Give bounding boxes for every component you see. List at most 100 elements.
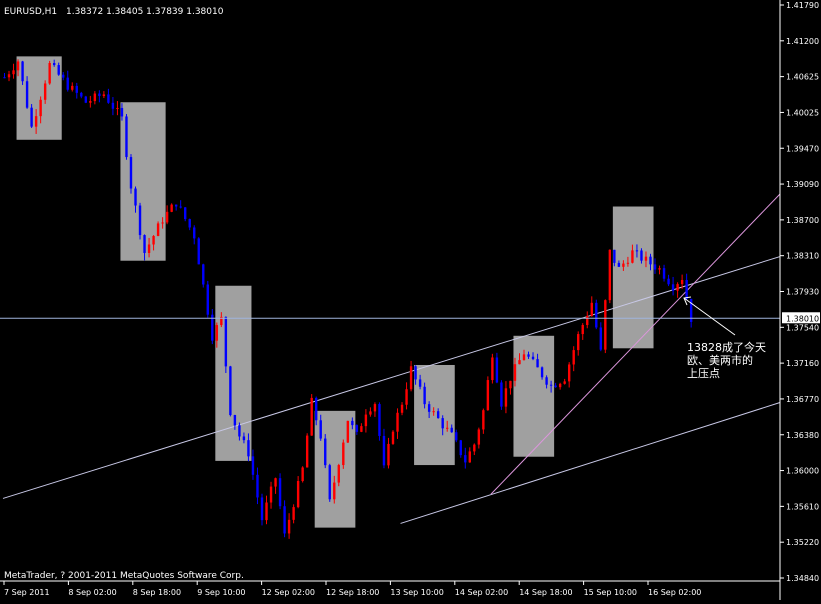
- candle-body-144: [653, 264, 657, 270]
- candle-body-66: [301, 467, 304, 482]
- candle-body-19: [89, 101, 92, 103]
- candle-body-58: [265, 502, 268, 521]
- y-tick-label: 1.37160: [786, 359, 819, 368]
- candle-body-75: [342, 442, 345, 466]
- candle-body-42: [193, 227, 196, 239]
- candle-body-33: [152, 236, 155, 245]
- candle-body-37: [170, 204, 173, 212]
- candle-body-95: [432, 411, 435, 413]
- candle-body-150: [680, 280, 684, 285]
- price-chart[interactable]: 1.41790 1.41200 1.40625 1.40025 1.39470 1.390…: [0, 0, 821, 600]
- candle-body-85: [387, 443, 390, 466]
- candle-body-92: [418, 379, 422, 387]
- y-tick-label: 1.35220: [786, 538, 819, 547]
- candle-body-13: [62, 74, 65, 78]
- candle-body-122: [554, 385, 557, 388]
- candle-body-134: [608, 249, 612, 301]
- x-tick-label: 12 Sep 02:00: [262, 588, 315, 597]
- candle-body-111: [504, 388, 508, 407]
- candle-body-74: [337, 465, 340, 483]
- candle-body-40: [183, 207, 187, 220]
- candle-body-44: [202, 264, 205, 285]
- candle-body-55: [251, 456, 255, 475]
- x-tick-label: 14 Sep 18:00: [519, 588, 572, 597]
- annotation-line-2: 欧、美两市的: [687, 353, 753, 367]
- candle-body-67: [305, 435, 309, 468]
- candle-body-57: [260, 497, 264, 521]
- candle-body-129: [586, 315, 589, 326]
- current-price-tag-label: 1.38010: [786, 314, 819, 323]
- candle-body-87: [396, 412, 399, 432]
- candle-body-80: [364, 414, 368, 427]
- candle-body-31: [143, 235, 146, 253]
- candle-body-143: [649, 256, 652, 265]
- candle-body-38: [174, 204, 178, 207]
- x-tick-label: 14 Sep 02:00: [455, 588, 508, 597]
- candle-body-84: [382, 435, 386, 466]
- y-tick-label: 1.41200: [786, 37, 819, 46]
- chart-svg[interactable]: 1.41790 1.41200 1.40625 1.40025 1.39470 1.390…: [0, 0, 821, 600]
- candle-body-147: [667, 278, 670, 285]
- candle-body-125: [567, 364, 571, 382]
- candle-body-141: [640, 250, 643, 261]
- candle-body-59: [269, 486, 273, 503]
- y-tick-label: 1.40625: [786, 73, 819, 82]
- candle-body-15: [71, 85, 74, 90]
- candle-body-133: [604, 300, 607, 350]
- x-tick-label: 7 Sep 2011: [4, 588, 50, 597]
- chart-background: [0, 0, 821, 600]
- candle-body-34: [156, 223, 160, 237]
- candle-body-106: [482, 410, 485, 430]
- candle-body-135: [613, 249, 616, 263]
- candle-body-56: [256, 474, 259, 498]
- candle-body-123: [558, 383, 562, 388]
- y-tick-label: 1.39470: [786, 144, 819, 153]
- candle-body-53: [242, 436, 246, 441]
- candle-body-81: [369, 411, 372, 415]
- candle-body-65: [296, 481, 300, 508]
- candle-body-90: [409, 366, 413, 390]
- y-tick-label: 1.37930: [786, 288, 819, 297]
- candle-body-21: [98, 93, 101, 97]
- candle-body-29: [134, 188, 137, 206]
- candle-body-49: [224, 316, 228, 367]
- candle-body-28: [129, 157, 133, 189]
- candle-body-27: [125, 116, 128, 158]
- candle-body-132: [599, 327, 603, 350]
- candle-body-89: [405, 389, 408, 405]
- candle-body-79: [360, 426, 363, 432]
- x-tick-label: 16 Sep 02:00: [648, 588, 701, 597]
- candle-body-103: [468, 451, 471, 463]
- candle-body-18: [84, 96, 88, 103]
- highlight-box-3: [215, 285, 252, 461]
- candle-body-124: [563, 381, 566, 384]
- candle-body-32: [147, 244, 151, 253]
- candle-body-113: [513, 364, 517, 381]
- candle-body-137: [622, 263, 625, 267]
- candle-body-109: [495, 357, 499, 383]
- candle-body-82: [373, 404, 377, 412]
- candle-body-120: [545, 377, 548, 385]
- candle-body-146: [662, 268, 666, 279]
- y-tick-label: 1.40025: [786, 108, 819, 117]
- candle-body-98: [446, 427, 449, 429]
- candle-body-24: [111, 102, 115, 109]
- candle-body-100: [455, 432, 458, 441]
- x-tick-label: 15 Sep 10:00: [584, 588, 637, 597]
- y-tick-label: 1.34840: [786, 574, 819, 583]
- candle-body-25: [116, 107, 119, 109]
- candle-body-12: [57, 65, 60, 75]
- candle-body-102: [464, 455, 467, 463]
- y-tick-label: 1.37540: [786, 323, 819, 332]
- y-tick-label: 1.41790: [786, 1, 819, 10]
- candle-body-93: [423, 386, 426, 405]
- candle-body-3: [16, 61, 20, 71]
- candle-body-6: [30, 107, 33, 127]
- candle-body-96: [436, 411, 440, 419]
- candle-body-91: [414, 366, 417, 380]
- candle-body-99: [450, 427, 453, 433]
- candle-body-64: [292, 507, 295, 520]
- x-tick-label: 13 Sep 10:00: [390, 588, 443, 597]
- candle-body-94: [427, 404, 431, 412]
- x-tick-label: 8 Sep 02:00: [68, 588, 116, 597]
